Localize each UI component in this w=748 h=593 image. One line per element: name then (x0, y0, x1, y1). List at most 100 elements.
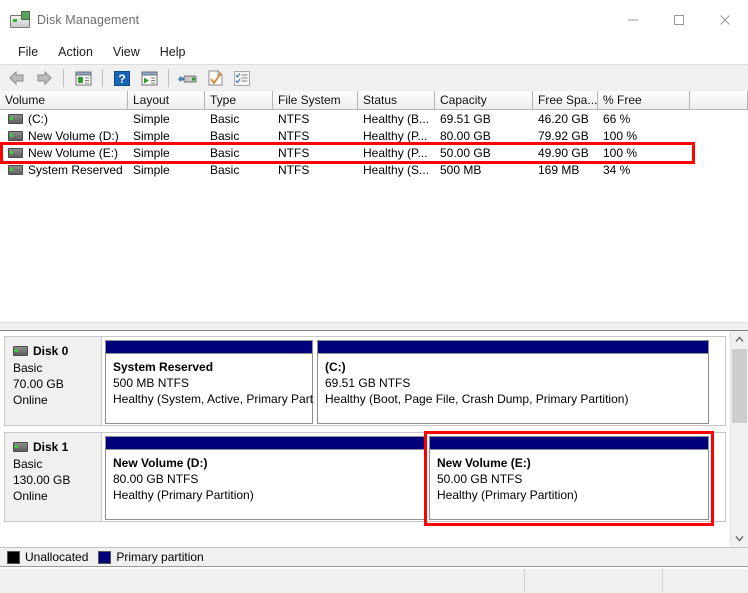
help-icon[interactable]: ? (110, 67, 134, 89)
menu-view[interactable]: View (103, 42, 150, 62)
cell-layout: Simple (133, 162, 170, 177)
column-header-status[interactable]: Status (358, 91, 435, 109)
cell-volume: System Reserved (0, 162, 128, 178)
legend-item-primary-partition: Primary partition (98, 550, 204, 564)
disk-type: Basic (13, 361, 43, 375)
properties-icon[interactable] (203, 67, 227, 89)
cell-file_system: NTFS (278, 111, 310, 126)
cell-capacity: 69.51 GB (440, 111, 491, 126)
maximize-button[interactable] (656, 0, 702, 40)
table-row[interactable]: New Volume (E:) Simple Basic NTFS Healthy (P… (0, 144, 748, 161)
menu-file[interactable]: File (8, 42, 48, 62)
partition-status: Healthy (Boot, Page File, Crash Dump, Pr… (325, 392, 629, 406)
toolbar-separator-3 (168, 69, 169, 87)
close-button[interactable] (702, 0, 748, 40)
rescan-disks-icon[interactable] (176, 67, 200, 89)
back-arrow-icon[interactable] (5, 67, 29, 89)
cell-type: Basic (210, 128, 240, 143)
column-header-percent-free[interactable]: % Free (598, 91, 690, 109)
disk-info-panel[interactable]: Disk 1 Basic 130.00 GB Online (4, 432, 102, 522)
partition-size-fs: 80.00 GB NTFS (113, 472, 199, 486)
disk-name-label: Disk 1 (33, 440, 69, 454)
column-header-type[interactable]: Type (205, 91, 273, 109)
cell-status: Healthy (P... (363, 128, 428, 143)
volume-drive-icon (8, 147, 23, 158)
cell-text-volume: System Reserved (28, 162, 123, 177)
table-row[interactable]: (C:) Simple Basic NTFS Healthy (B... 69.51 GB… (0, 110, 748, 127)
column-header-free-space[interactable]: Free Spa... (533, 91, 598, 109)
cell-text-volume: New Volume (D:) (28, 128, 119, 143)
disk-size: 130.00 GB (13, 473, 71, 487)
cell-free_space: 169 MB (538, 162, 580, 177)
cell-free_space: 49.90 GB (538, 145, 589, 160)
partition-size-fs: 50.00 GB NTFS (437, 472, 523, 486)
cell-capacity: 500 MB (440, 162, 482, 177)
disk-info-panel[interactable]: Disk 0 Basic 70.00 GB Online (4, 336, 102, 426)
legend-bar: Unallocated Primary partition (0, 547, 748, 567)
status-panel-main (0, 569, 525, 593)
legend-label-unallocated: Unallocated (25, 550, 89, 564)
toolbar: ? (0, 64, 748, 92)
cell-type: Basic (210, 111, 240, 126)
volume-drive-icon (8, 130, 23, 141)
column-header-capacity[interactable]: Capacity (435, 91, 533, 109)
title-bar: Disk Management (0, 0, 748, 40)
cell-volume: New Volume (D:) (0, 128, 128, 144)
partition-title: (C:) (325, 360, 346, 374)
table-row[interactable]: New Volume (D:) Simple Basic NTFS Healthy (P… (0, 127, 748, 144)
partition-box[interactable]: (C:) 69.51 GB NTFS Healthy (Boot, Page Fil… (317, 340, 709, 424)
partition-color-bar (106, 341, 312, 354)
cell-capacity: 80.00 GB (440, 128, 491, 143)
menu-action[interactable]: Action (48, 42, 103, 62)
partition-status: Healthy (Primary Partition) (113, 488, 254, 502)
cell-status: Healthy (S... (363, 162, 430, 177)
partition-title: New Volume (D:) (113, 456, 208, 470)
legend-item-unallocated: Unallocated (7, 550, 88, 564)
toolbar-separator-2 (102, 69, 103, 87)
disk-name: Disk 0 (13, 344, 101, 358)
partition-size-fs: 69.51 GB NTFS (325, 376, 411, 390)
cell-text-volume: New Volume (E:) (28, 145, 119, 160)
cell-layout: Simple (133, 128, 170, 143)
disk-state: Online (13, 393, 48, 407)
chevron-down-icon[interactable] (731, 530, 748, 547)
cell-volume: New Volume (E:) (0, 145, 128, 161)
forward-arrow-icon[interactable] (32, 67, 56, 89)
show-hide-action-pane-icon[interactable] (137, 67, 161, 89)
cell-capacity: 50.00 GB (440, 145, 491, 160)
pane-splitter[interactable] (0, 322, 748, 331)
cell-volume: (C:) (0, 111, 128, 127)
disk-type: Basic (13, 457, 43, 471)
disk-name-label: Disk 0 (33, 344, 69, 358)
graphical-pane-scrollbar[interactable] (730, 331, 748, 547)
volume-drive-icon (8, 164, 23, 175)
partition-area: New Volume (D:) 80.00 GB NTFS Healthy (Pri… (102, 431, 726, 526)
column-header-empty[interactable] (690, 91, 748, 109)
cell-percent_free: 34 % (603, 162, 631, 177)
partition-title: System Reserved (113, 360, 214, 374)
partition-box[interactable]: System Reserved 500 MB NTFS Healthy (Syste… (105, 340, 313, 424)
menu-help[interactable]: Help (150, 42, 196, 62)
cell-free_space: 46.20 GB (538, 111, 589, 126)
column-header-file-system[interactable]: File System (273, 91, 358, 109)
disk-state: Online (13, 489, 48, 503)
volume-drive-icon (8, 113, 23, 124)
cell-percent_free: 100 % (603, 128, 638, 143)
cell-percent_free: 66 % (603, 111, 631, 126)
status-panel-tertiary (663, 569, 748, 593)
partition-color-bar (430, 437, 708, 450)
column-header-layout[interactable]: Layout (128, 91, 205, 109)
disk-drive-icon (13, 442, 28, 452)
show-hide-console-tree-icon[interactable] (71, 67, 95, 89)
scrollbar-thumb[interactable] (732, 349, 747, 423)
partition-box[interactable]: New Volume (E:) 50.00 GB NTFS Healthy (Pri… (429, 436, 709, 520)
disk-graphical-pane: Disk 0 Basic 70.00 GB Online System Reserved… (0, 331, 748, 548)
partition-color-bar (318, 341, 708, 354)
column-header-volume[interactable]: Volume (0, 91, 128, 109)
minimize-button[interactable] (610, 0, 656, 40)
table-row[interactable]: System Reserved Simple Basic NTFS Healthy (S… (0, 161, 748, 178)
partition-box[interactable]: New Volume (D:) 80.00 GB NTFS Healthy (Pri… (105, 436, 425, 520)
cell-text-volume: (C:) (28, 111, 48, 126)
list-view-icon[interactable] (230, 67, 254, 89)
chevron-up-icon[interactable] (731, 331, 748, 348)
